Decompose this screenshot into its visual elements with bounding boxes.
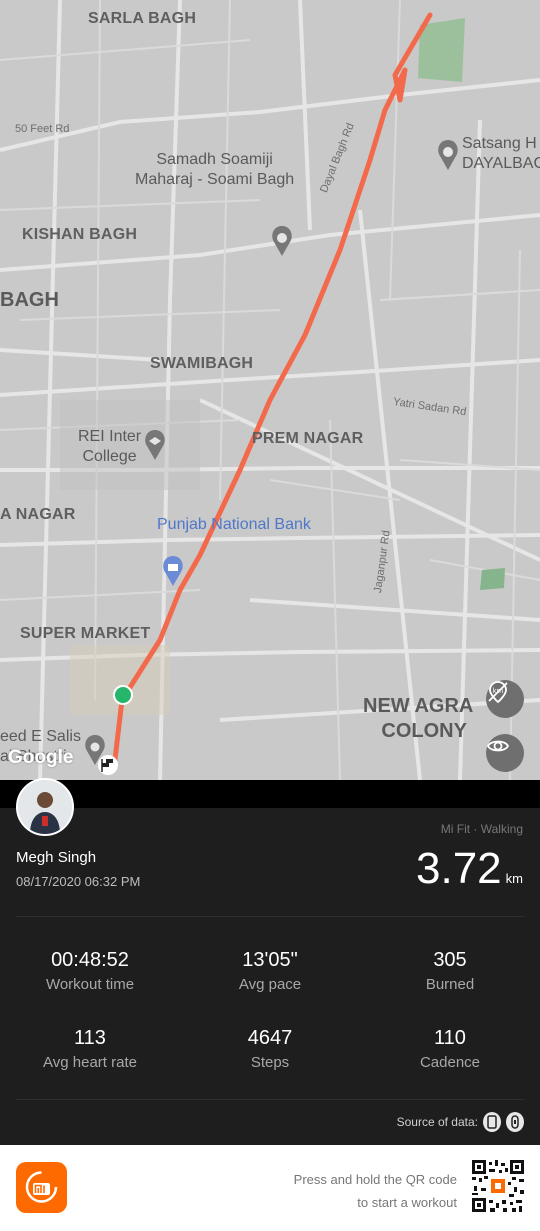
poi-label-line: eed E Salis xyxy=(0,728,81,745)
stat-label: Steps xyxy=(250,1054,290,1071)
qr-code[interactable] xyxy=(472,1160,524,1212)
poi-label-rei[interactable]: REI Inter College xyxy=(78,427,141,467)
source-of-data-label: Source of data: xyxy=(396,1115,478,1129)
stat-value: 00:48:52 xyxy=(51,949,129,971)
area-label: SWAMIBAGH xyxy=(150,355,254,372)
google-logo: Google xyxy=(8,747,74,768)
area-label: PREM NAGAR xyxy=(252,430,364,447)
stat-value: 13'05" xyxy=(242,949,298,971)
area-label: A NAGAR xyxy=(0,506,76,523)
workout-source: Mi Fit · Walking xyxy=(440,822,523,836)
user-name: Megh Singh xyxy=(16,849,97,866)
workout-summary-card: Megh Singh 08/17/2020 06:32 PM Mi Fit · … xyxy=(0,778,540,1145)
area-label-line: COLONY xyxy=(381,720,467,742)
stat-avg-heart-rate: 113 Avg heart rate xyxy=(0,1027,180,1071)
route-map[interactable]: SARLA BAGH 50 Feet Rd Samadh Soamiji Mah… xyxy=(0,0,540,780)
poi-label-line: Samadh Soamiji xyxy=(156,151,273,168)
poi-label-line: DAYALBAG xyxy=(462,155,540,172)
divider xyxy=(16,916,524,917)
stat-value: 305 xyxy=(433,949,467,971)
area-label-new-agra: NEW AGRA COLONY xyxy=(363,694,473,744)
area-label-line: NEW AGRA xyxy=(363,695,474,717)
poi-label-satsang[interactable]: Satsang H DAYALBAG xyxy=(462,134,540,174)
stat-burned: 305 Burned xyxy=(360,949,540,993)
area-label: SUPER MARKET xyxy=(20,625,151,642)
poi-pin-satsang-icon xyxy=(438,140,458,170)
stat-avg-pace: 13'05" Avg pace xyxy=(180,949,360,993)
finish-flag-icon xyxy=(98,755,118,775)
start-marker xyxy=(113,685,133,705)
stat-label: Burned xyxy=(425,976,475,993)
qr-instruction-line: Press and hold the QR code xyxy=(293,1172,457,1187)
band-icon xyxy=(506,1112,524,1132)
workout-date: 08/17/2020 06:32 PM xyxy=(16,874,141,889)
user-photo xyxy=(18,780,72,834)
km-markers-toggle-button[interactable]: km xyxy=(486,680,524,718)
distance-unit: km xyxy=(505,871,523,886)
area-label: BAGH xyxy=(0,289,59,311)
stat-value: 113 xyxy=(74,1027,106,1049)
top-bar-strip xyxy=(0,780,540,808)
km-markers-icon: km xyxy=(488,681,508,704)
distance-value: 3.72 xyxy=(416,844,502,893)
mi-fit-logo xyxy=(16,1162,67,1213)
stat-label: Avg heart rate xyxy=(43,1054,137,1071)
footer-bar: Press and hold the QR code to start a wo… xyxy=(0,1145,540,1231)
source-of-data: Source of data: xyxy=(397,1112,524,1132)
stat-value: 4647 xyxy=(247,1027,293,1049)
qr-code-image xyxy=(472,1160,524,1212)
stat-label: Cadence xyxy=(419,1054,481,1071)
qr-instruction: Press and hold the QR code to start a wo… xyxy=(294,1168,457,1214)
stat-cadence: 110 Cadence xyxy=(360,1027,540,1071)
mi-logo-icon xyxy=(25,1171,58,1203)
stat-label: Workout time xyxy=(45,976,135,993)
poi-label-samadh[interactable]: Samadh Soamiji Maharaj - Soami Bagh xyxy=(135,150,294,190)
stat-steps: 4647 Steps xyxy=(180,1027,360,1071)
phone-icon xyxy=(483,1112,501,1132)
eye-icon xyxy=(486,740,510,752)
poi-label-line: Satsang H xyxy=(462,135,537,152)
poi-label-pnb[interactable]: Punjab National Bank xyxy=(157,516,311,534)
stat-value: 110 xyxy=(434,1027,466,1049)
map-canvas xyxy=(0,0,540,780)
area-label: KISHAN BAGH xyxy=(22,226,138,243)
divider xyxy=(16,1099,524,1100)
bank-pin-icon xyxy=(163,556,183,586)
view-toggle-button[interactable] xyxy=(486,734,524,772)
distance-display: 3.72 km xyxy=(416,844,523,894)
poi-label-line: REI Inter xyxy=(78,428,142,445)
poi-pin-samadh-icon xyxy=(272,226,292,256)
road-label: 50 Feet Rd xyxy=(15,123,70,135)
poi-label-line: Maharaj - Soami Bagh xyxy=(135,171,295,188)
avatar[interactable] xyxy=(16,778,74,836)
stat-workout-time: 00:48:52 Workout time xyxy=(0,949,180,993)
stat-label: Avg pace xyxy=(238,976,302,993)
qr-instruction-line: to start a workout xyxy=(357,1195,457,1210)
area-label: SARLA BAGH xyxy=(88,10,197,27)
poi-label-line: College xyxy=(82,448,137,465)
